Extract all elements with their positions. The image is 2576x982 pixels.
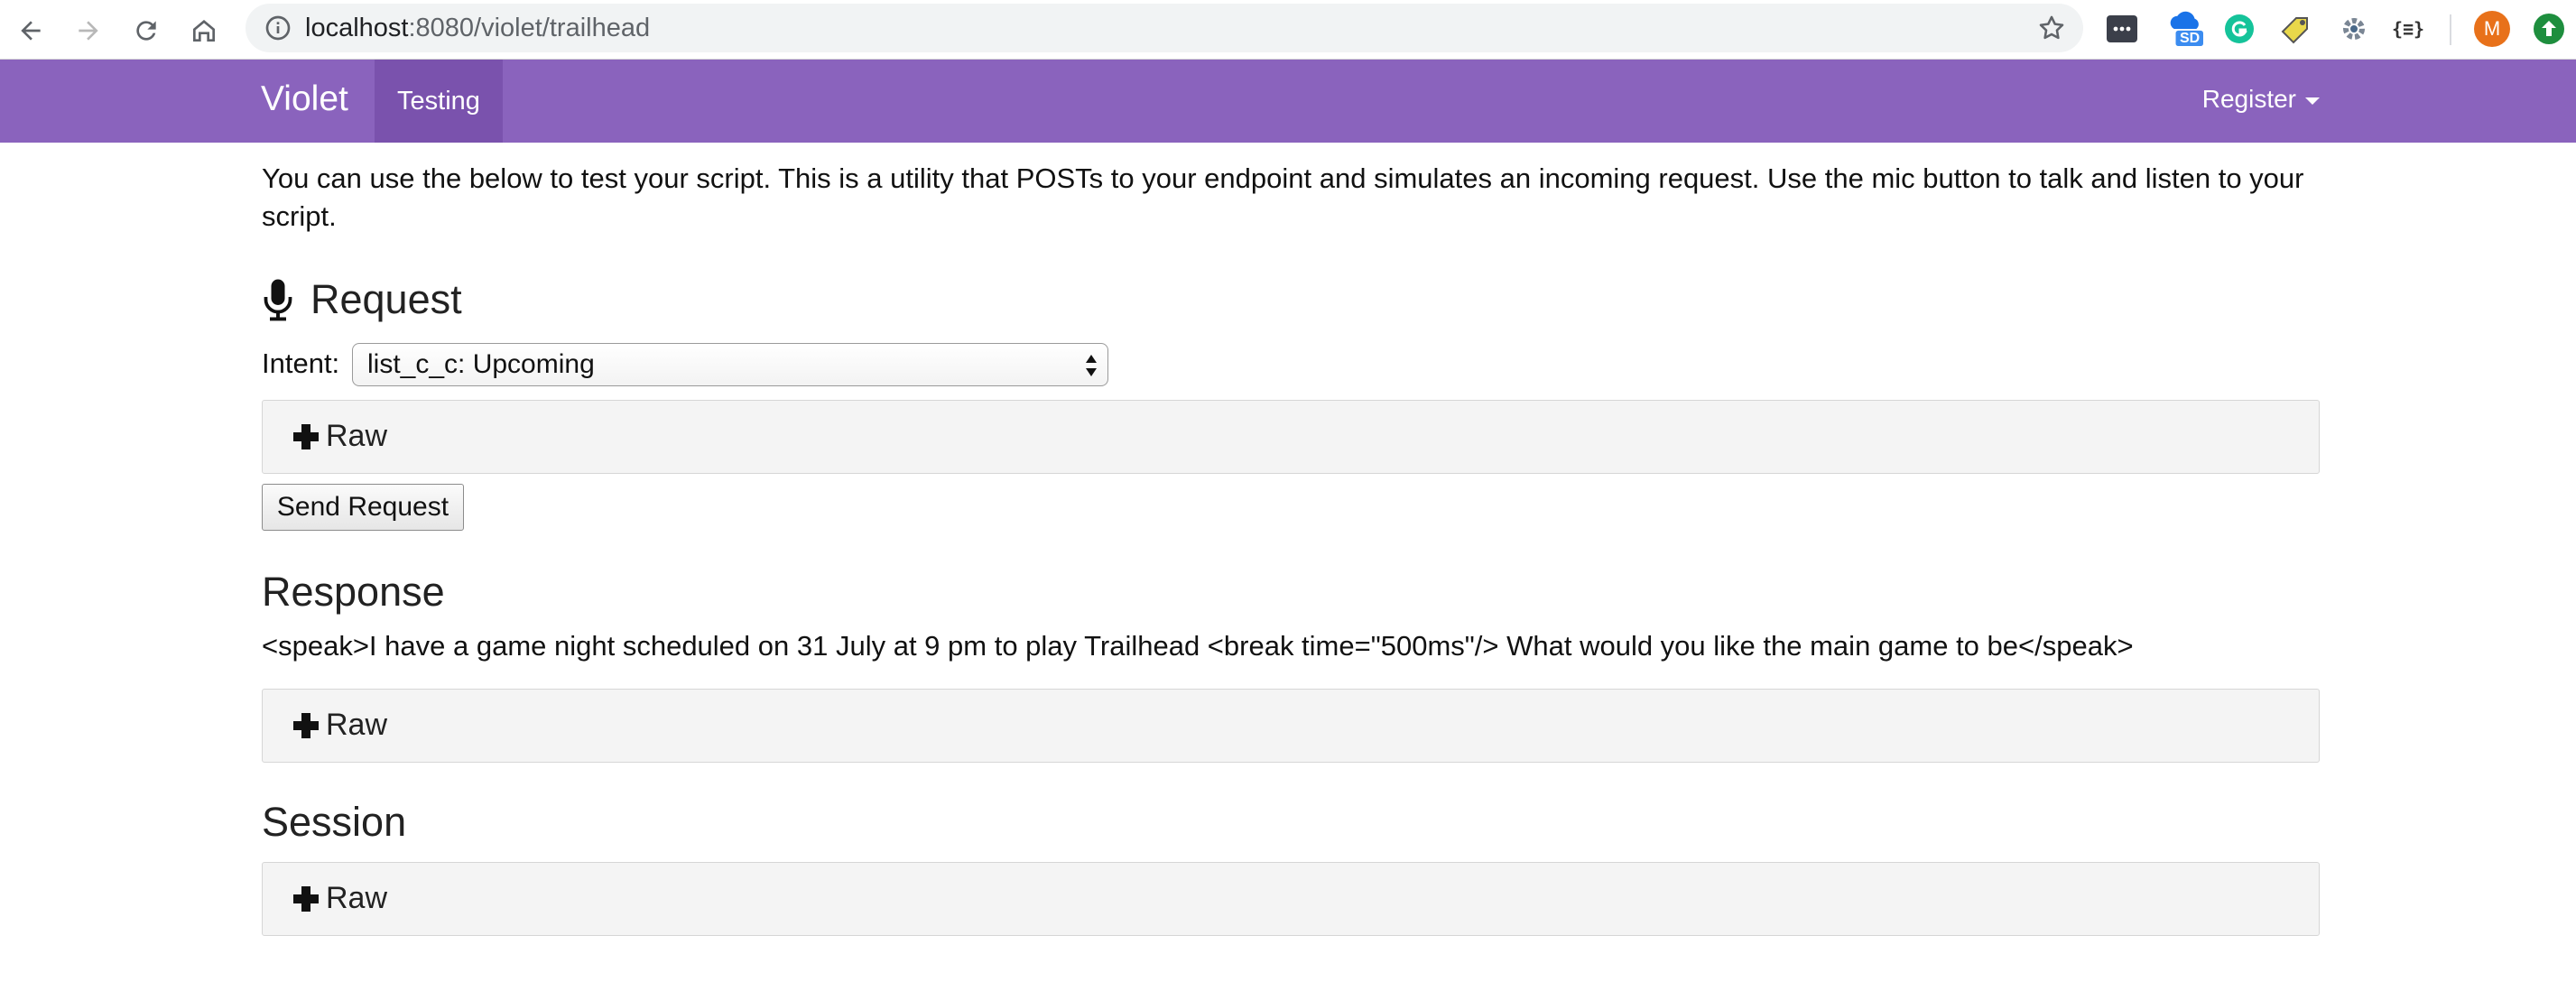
response-raw-label: Raw xyxy=(326,708,388,742)
json-formatter-icon[interactable]: {≡} xyxy=(2390,11,2426,47)
session-raw-label: Raw xyxy=(326,881,388,915)
forward-arrow-icon xyxy=(79,21,98,41)
brand-logo[interactable]: Violet xyxy=(261,79,348,119)
ext-gear-icon[interactable] xyxy=(2336,11,2372,47)
plus-icon xyxy=(293,712,319,738)
request-raw-label: Raw xyxy=(326,419,388,453)
url-text[interactable]: localhost:8080/violet/trailhead xyxy=(305,14,650,42)
ext-tag-icon[interactable] xyxy=(2278,11,2314,47)
response-raw-panel[interactable]: Raw xyxy=(262,689,2320,763)
register-label: Register xyxy=(2201,85,2296,113)
register-dropdown[interactable]: Register xyxy=(2202,85,2320,114)
back-button[interactable] xyxy=(13,13,49,49)
response-text: <speak>I have a game night scheduled on … xyxy=(262,630,2134,662)
microphone-icon[interactable] xyxy=(262,278,294,321)
caret-down-icon xyxy=(2305,97,2320,105)
response-heading: Response xyxy=(262,569,445,615)
info-icon[interactable] xyxy=(264,14,292,42)
plus-icon xyxy=(293,423,319,449)
url-path: :8080/violet/trailhead xyxy=(408,14,651,42)
tab-testing[interactable]: Testing xyxy=(375,60,503,143)
browser-toolbar: localhost:8080/violet/trailhead SD {≡} M xyxy=(0,0,2576,60)
request-heading: Request xyxy=(262,276,462,323)
ext-cloud-sd-icon[interactable]: SD xyxy=(2167,11,2203,47)
url-host: localhost xyxy=(305,14,409,42)
send-request-button[interactable]: Send Request xyxy=(262,484,464,531)
request-raw-panel[interactable]: Raw xyxy=(262,400,2320,474)
app-navbar: Violet Testing Register xyxy=(0,60,2576,143)
request-heading-text: Request xyxy=(310,276,462,322)
session-raw-panel[interactable]: Raw xyxy=(262,862,2320,936)
home-button[interactable] xyxy=(186,13,222,49)
reload-icon xyxy=(136,21,156,41)
intent-select[interactable]: list_c_c: Upcoming xyxy=(352,343,1108,386)
select-arrows-icon xyxy=(1086,355,1097,376)
session-heading: Session xyxy=(262,799,407,845)
intent-selected-value: list_c_c: Upcoming xyxy=(367,349,595,379)
update-icon[interactable] xyxy=(2531,11,2567,47)
ext-dots-icon[interactable] xyxy=(2104,11,2140,47)
home-icon xyxy=(193,20,215,42)
intro-text: You can use the below to test your scrip… xyxy=(262,162,2304,232)
grammarly-icon[interactable] xyxy=(2221,11,2257,47)
profile-initial: M xyxy=(2483,17,2501,40)
intent-label: Intent: xyxy=(262,347,340,379)
plus-icon xyxy=(293,885,319,912)
back-arrow-icon xyxy=(21,21,41,41)
address-bar[interactable]: localhost:8080/violet/trailhead xyxy=(246,4,2083,52)
reload-button[interactable] xyxy=(128,13,164,49)
toolbar-divider xyxy=(2450,14,2451,45)
ext-badge-text: SD xyxy=(2180,31,2201,46)
bookmark-star-icon[interactable] xyxy=(2036,13,2067,43)
profile-avatar[interactable]: M xyxy=(2474,11,2510,47)
forward-button[interactable] xyxy=(70,13,107,49)
